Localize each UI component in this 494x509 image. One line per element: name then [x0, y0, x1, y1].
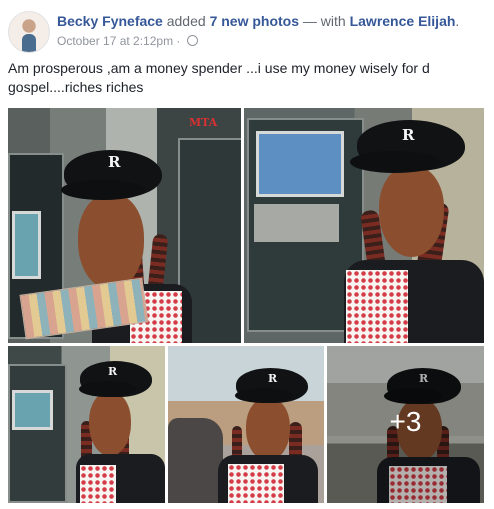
- photo-4[interactable]: R: [168, 346, 324, 503]
- atm-screen: [12, 211, 41, 279]
- photo-5-more[interactable]: R +3: [327, 346, 484, 503]
- cap-logo: R: [108, 153, 121, 171]
- more-photos-count[interactable]: +3: [327, 406, 484, 438]
- photo-3[interactable]: R: [8, 346, 165, 503]
- globe-icon[interactable]: [186, 35, 198, 46]
- atm-label: MTA: [189, 116, 218, 129]
- woman-in-cap: R: [326, 120, 484, 343]
- meta-separator: ·: [173, 34, 184, 48]
- photo-1[interactable]: MTA R: [8, 108, 241, 343]
- woman-in-cap: R: [216, 368, 320, 503]
- cap-logo: R: [108, 365, 118, 378]
- cap-logo: R: [268, 372, 278, 385]
- photo-count-link[interactable]: 7 new photos: [210, 13, 299, 29]
- photo-2[interactable]: R: [244, 108, 484, 343]
- header-period: .: [455, 13, 460, 29]
- post-author-line: Becky Fyneface added 7 new photos — with…: [57, 12, 459, 30]
- woman-in-cap: R: [56, 361, 165, 503]
- cap-logo: R: [402, 126, 415, 144]
- post-header: Becky Fyneface added 7 new photos — with…: [8, 8, 486, 53]
- post-meta: October 17 at 2:12pm ·: [57, 34, 198, 48]
- action-text: added: [162, 13, 210, 29]
- timestamp-link[interactable]: October 17 at 2:12pm: [57, 34, 173, 48]
- author-name[interactable]: Becky Fyneface: [57, 13, 163, 29]
- post-text: Am prosperous ,am a money spender ...i u…: [8, 60, 430, 95]
- parked-car: [168, 418, 223, 503]
- atm-screen: [12, 390, 53, 430]
- tagged-person-link[interactable]: Lawrence Elijah: [350, 13, 456, 29]
- with-text: — with: [299, 13, 350, 29]
- avatar[interactable]: [8, 11, 50, 53]
